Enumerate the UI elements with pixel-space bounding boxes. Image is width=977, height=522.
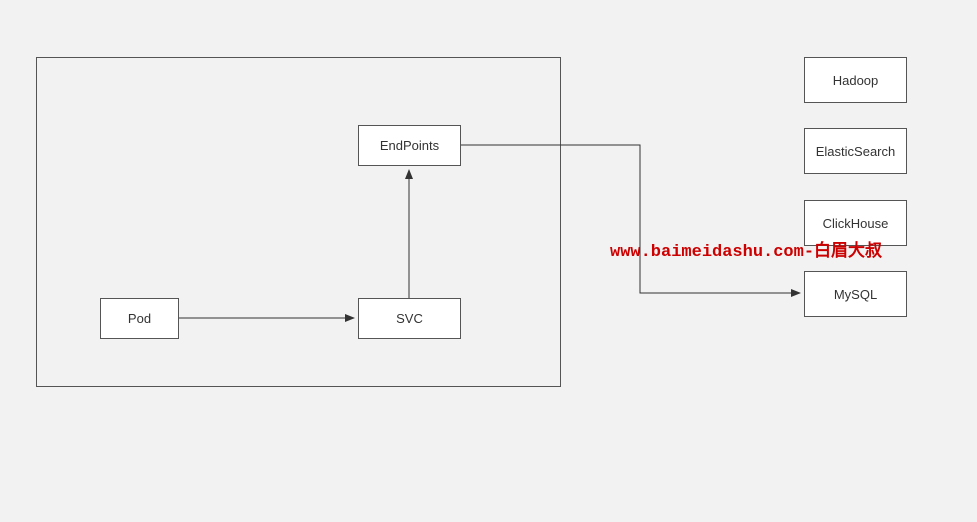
node-clickhouse-label: ClickHouse — [823, 216, 889, 231]
node-elasticsearch: ElasticSearch — [804, 128, 907, 174]
node-hadoop-label: Hadoop — [833, 73, 879, 88]
node-endpoints-label: EndPoints — [380, 138, 439, 153]
node-svc: SVC — [358, 298, 461, 339]
node-hadoop: Hadoop — [804, 57, 907, 103]
node-pod: Pod — [100, 298, 179, 339]
node-elasticsearch-label: ElasticSearch — [816, 144, 895, 159]
node-pod-label: Pod — [128, 311, 151, 326]
watermark-text: www.baimeidashu.com-白眉大叔 — [610, 236, 882, 262]
node-mysql: MySQL — [804, 271, 907, 317]
node-svc-label: SVC — [396, 311, 423, 326]
node-endpoints: EndPoints — [358, 125, 461, 166]
node-mysql-label: MySQL — [834, 287, 877, 302]
